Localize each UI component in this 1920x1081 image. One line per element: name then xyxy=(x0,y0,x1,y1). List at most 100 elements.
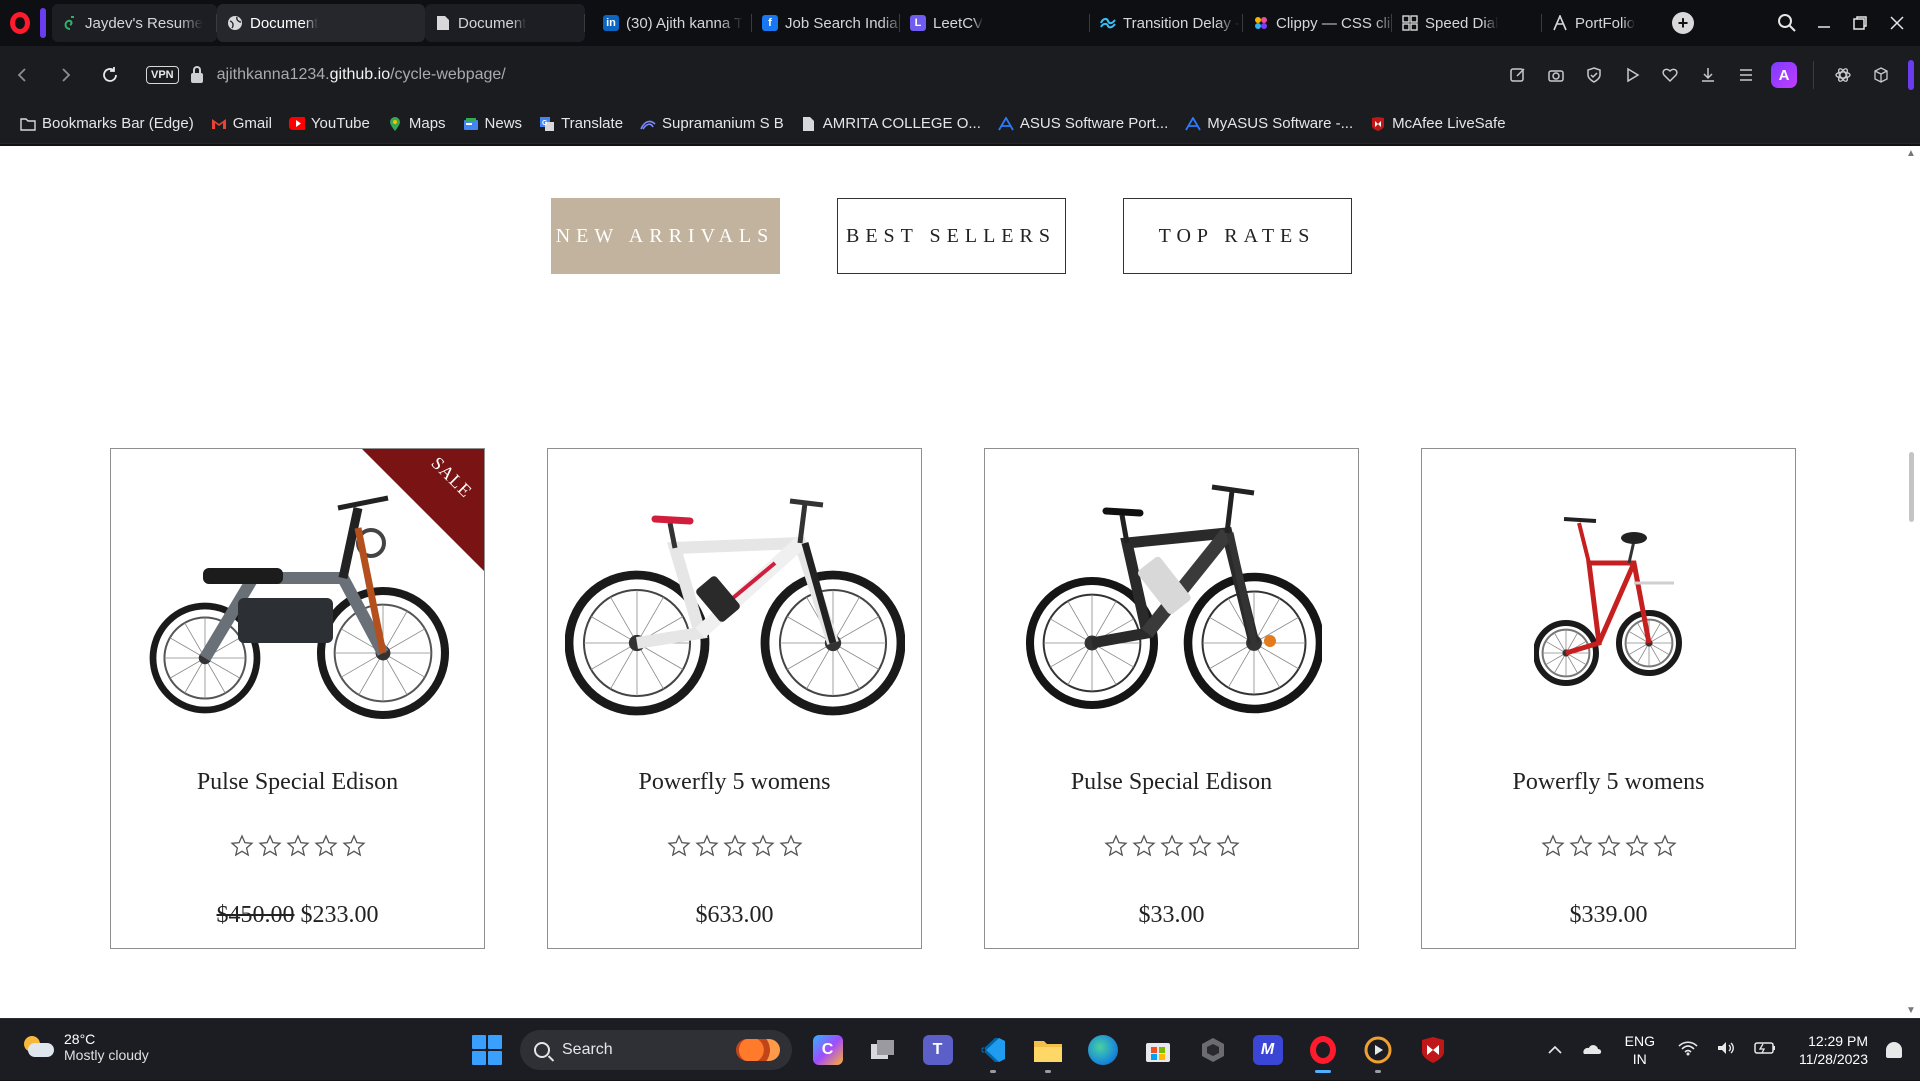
address-bar-actions: A xyxy=(1499,46,1920,104)
product-tab-best-sellers[interactable]: BEST SELLERS xyxy=(836,198,1066,274)
white-ebike-image[interactable] xyxy=(548,463,921,743)
shield-icon[interactable] xyxy=(1575,56,1613,94)
media-player-icon[interactable] xyxy=(1350,1027,1405,1073)
tab-title: Clippy — CSS clip xyxy=(1276,14,1392,32)
taskbar-apps: Search C T M xyxy=(472,1027,1460,1073)
bookmark-item[interactable]: Maps xyxy=(387,115,446,132)
notification-bell-icon[interactable] xyxy=(1886,1042,1902,1058)
file-explorer-icon[interactable] xyxy=(1020,1027,1075,1073)
bookmark-item[interactable]: Gmail xyxy=(211,115,272,132)
tab-3[interactable]: in (30) Ajith kanna T xyxy=(593,4,752,42)
clock-time: 12:29 PM xyxy=(1808,1033,1868,1049)
edit-icon[interactable] xyxy=(1499,56,1537,94)
easy-setup-icon[interactable] xyxy=(1727,56,1765,94)
product-filter-tabs: NEW ARRIVALS BEST SELLERS TOP RATES xyxy=(0,198,1920,274)
current-price: $339.00 xyxy=(1569,902,1648,928)
tab-2[interactable]: Document xyxy=(425,4,585,42)
lock-icon[interactable] xyxy=(190,65,203,83)
bookmark-item[interactable]: AMRITA COLLEGE O... xyxy=(801,115,981,132)
vpn-badge[interactable]: VPN xyxy=(146,66,179,84)
scroll-up-arrow[interactable]: ▲ xyxy=(1906,148,1916,159)
star-rating xyxy=(1422,834,1795,858)
wifi-icon[interactable] xyxy=(1678,1040,1698,1060)
reload-button[interactable] xyxy=(88,53,132,97)
edge-icon[interactable] xyxy=(1075,1027,1130,1073)
sale-ribbon xyxy=(362,449,484,571)
star-rating xyxy=(548,834,921,858)
product-card[interactable]: Powerfly 5 womens $339.00 xyxy=(1421,448,1796,949)
product-name[interactable]: Pulse Special Edison xyxy=(111,769,484,796)
tab-9[interactable]: PortFolio xyxy=(1542,4,1662,42)
task-view-icon[interactable] xyxy=(855,1027,910,1073)
camera-icon[interactable] xyxy=(1537,56,1575,94)
mcafee-taskbar-icon[interactable] xyxy=(1405,1027,1460,1073)
tab-8[interactable]: Speed Dial xyxy=(1392,4,1542,42)
close-window-button[interactable] xyxy=(1874,0,1920,46)
copilot-icon[interactable]: C xyxy=(800,1027,855,1073)
product-card[interactable]: Pulse Special Edison $33.00 xyxy=(984,448,1359,949)
bookmark-label: MyASUS Software -... xyxy=(1207,115,1354,132)
tab-title: Transition Delay - xyxy=(1123,14,1240,32)
cube-icon[interactable] xyxy=(1862,56,1900,94)
black-mountain-bike-image[interactable] xyxy=(985,463,1358,743)
url-field[interactable]: ajithkanna1234.github.io/cycle-webpage/ xyxy=(217,66,506,84)
tab-5[interactable]: L LeetCV xyxy=(900,4,1090,42)
volume-icon[interactable] xyxy=(1716,1040,1736,1060)
atom-icon[interactable] xyxy=(1824,56,1862,94)
back-button[interactable] xyxy=(0,53,44,97)
opera-logo-icon xyxy=(10,12,30,34)
vscode-icon[interactable] xyxy=(965,1027,1020,1073)
windows-start-icon[interactable] xyxy=(472,1035,502,1065)
product-tab-top-rates[interactable]: TOP RATES xyxy=(1122,198,1352,274)
opera-menu-button[interactable] xyxy=(0,0,40,46)
battery-icon[interactable] xyxy=(1754,1041,1776,1059)
star-outline-icon xyxy=(1215,834,1240,857)
opera-taskbar-icon[interactable] xyxy=(1295,1027,1350,1073)
scroll-thumb[interactable] xyxy=(1909,452,1914,522)
bookmark-item[interactable]: G Translate xyxy=(539,115,623,132)
unity-icon[interactable] xyxy=(1185,1027,1240,1073)
product-name[interactable]: Powerfly 5 womens xyxy=(1422,769,1795,796)
tab-7[interactable]: Clippy — CSS clip xyxy=(1243,4,1392,42)
download-icon[interactable] xyxy=(1689,56,1727,94)
new-tab-button[interactable]: + xyxy=(1672,12,1694,34)
tab-title: Jaydev's Resume xyxy=(85,14,203,32)
tab-separator xyxy=(584,14,585,32)
language-indicator[interactable]: ENG IN xyxy=(1625,1032,1655,1068)
heart-icon[interactable] xyxy=(1651,56,1689,94)
taskbar-search[interactable]: Search xyxy=(520,1030,792,1070)
old-price: $450.00 xyxy=(216,902,295,928)
product-tab-new-arrivals[interactable]: NEW ARRIVALS xyxy=(550,198,780,274)
bookmark-item[interactable]: YouTube xyxy=(288,115,370,132)
tab-1[interactable]: Document xyxy=(217,4,425,42)
product-name[interactable]: Pulse Special Edison xyxy=(985,769,1358,796)
red-folding-bike-image[interactable] xyxy=(1422,463,1795,743)
tab-0[interactable]: Jaydev's Resume xyxy=(52,4,217,42)
aria-ai-icon[interactable]: A xyxy=(1765,56,1803,94)
scroll-down-arrow[interactable]: ▼ xyxy=(1906,1005,1916,1016)
app-m-icon[interactable]: M xyxy=(1240,1027,1295,1073)
chevron-up-icon[interactable] xyxy=(1548,1042,1562,1059)
product-card[interactable]: Powerfly 5 womens $633.00 xyxy=(547,448,922,949)
product-card[interactable]: SALE Pulse Special Edison $450.00 $233.00 xyxy=(110,448,485,949)
bookmark-item[interactable]: Supramanium S B xyxy=(640,115,784,132)
tab-6[interactable]: Transition Delay - xyxy=(1090,4,1243,42)
weather-widget[interactable]: 28°C Mostly cloudy xyxy=(22,1031,149,1063)
weather-temp: 28°C xyxy=(64,1031,96,1047)
bookmark-item[interactable]: MyASUS Software -... xyxy=(1185,115,1353,132)
onedrive-icon[interactable] xyxy=(1580,1041,1602,1059)
tab-4[interactable]: f Job Search India | xyxy=(752,4,900,42)
clock[interactable]: 12:29 PM 11/28/2023 xyxy=(1799,1032,1868,1068)
bookmark-item[interactable]: McAfee LiveSafe xyxy=(1370,115,1506,132)
forward-button[interactable] xyxy=(44,53,88,97)
bookmark-label: McAfee LiveSafe xyxy=(1392,115,1506,132)
star-outline-icon xyxy=(285,834,310,857)
page-scrollbar[interactable]: ▲ ▼ xyxy=(1902,146,1920,1018)
play-icon[interactable] xyxy=(1613,56,1651,94)
product-name[interactable]: Powerfly 5 womens xyxy=(548,769,921,796)
bookmark-item[interactable]: Bookmarks Bar (Edge) xyxy=(20,115,194,132)
bookmark-item[interactable]: ASUS Software Port... xyxy=(998,115,1168,132)
microsoft-store-icon[interactable] xyxy=(1130,1027,1185,1073)
teams-icon[interactable]: T xyxy=(910,1027,965,1073)
bookmark-item[interactable]: News xyxy=(463,115,522,132)
